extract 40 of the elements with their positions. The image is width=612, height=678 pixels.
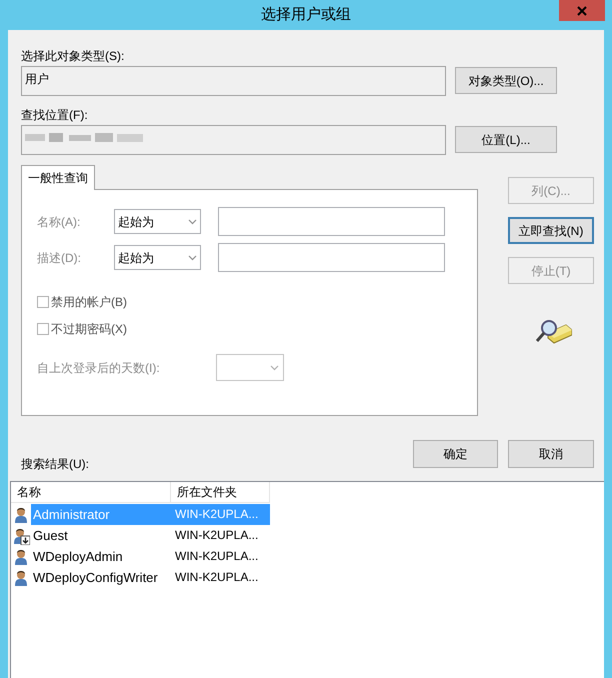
tab[interactable]: 一般性查询	[21, 165, 95, 190]
field-label: 选择此对象类型(S):	[21, 48, 126, 65]
condition-dropdown[interactable]: 起始为	[114, 209, 201, 234]
table-cell: WIN-K2UPLA...	[171, 504, 270, 525]
object-types-button[interactable]: 对象类型(O)...	[455, 67, 557, 94]
object-type-field[interactable]: 用户	[21, 66, 446, 96]
table-cell-text: WIN-K2UPLA...	[174, 527, 260, 544]
text-field[interactable]	[218, 207, 445, 236]
checkbox[interactable]: 不过期密码(X)	[37, 320, 477, 338]
close-button[interactable]	[559, 0, 605, 21]
list-item[interactable]: Guest	[31, 525, 171, 546]
text-field[interactable]	[218, 243, 445, 272]
chevron-down-icon	[188, 254, 197, 260]
days-dropdown[interactable]	[216, 354, 284, 381]
condition-dropdown[interactable]: 起始为	[114, 245, 201, 270]
table-cell-text: WIN-K2UPLA...	[174, 569, 260, 586]
locations-button[interactable]: 位置(L)...	[455, 126, 557, 153]
search-icon	[536, 319, 572, 345]
side-button[interactable]: 立即查找(N)	[508, 217, 594, 244]
checkbox[interactable]: 禁用的帐户(B)	[37, 293, 477, 311]
chevron-down-icon	[270, 364, 279, 370]
user-icon	[13, 506, 29, 524]
user-icon	[13, 548, 29, 566]
list-item[interactable]: WDeployConfigWriter	[31, 567, 171, 588]
list-item[interactable]: WDeployAdmin	[31, 546, 171, 567]
ok-button[interactable]: 确定	[413, 440, 498, 468]
location-field[interactable]	[21, 125, 446, 155]
field-label: 自上次登录后的天数(I):	[37, 360, 161, 376]
cancel-button[interactable]: 取消	[508, 440, 594, 468]
user-icon	[13, 568, 29, 586]
field-label: 描述(D):	[37, 250, 82, 266]
chevron-down-icon	[188, 218, 197, 224]
table-cell-text: WIN-K2UPLA...	[174, 548, 260, 565]
field-label: 名称(A):	[37, 214, 82, 230]
column-header[interactable]: 所在文件夹	[171, 482, 270, 503]
column-header[interactable]: 名称	[11, 482, 171, 503]
results-label: 搜索结果(U):	[21, 456, 89, 473]
window-title: 选择用户或组	[261, 4, 351, 25]
field-label: 查找位置(F):	[21, 107, 89, 124]
close-icon	[577, 6, 587, 16]
